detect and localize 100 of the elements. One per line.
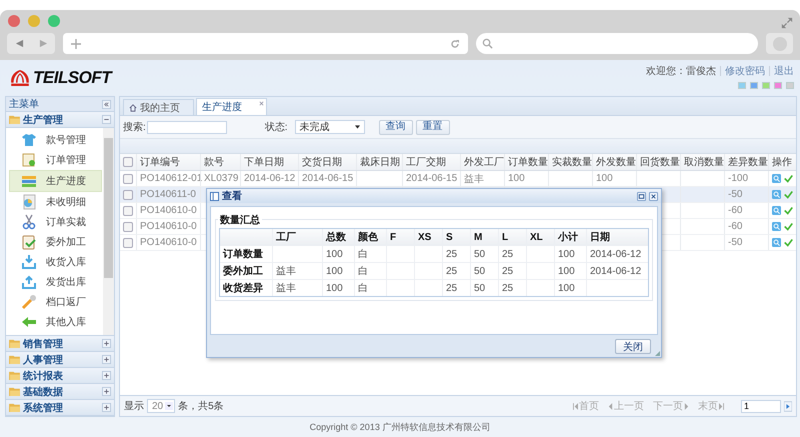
column-header[interactable]: 实裁数量 — [548, 154, 592, 170]
theme-swatch-icon[interactable] — [786, 82, 794, 88]
menu-item[interactable]: 委外加工 — [10, 232, 101, 252]
page-number-field[interactable]: 1 — [741, 400, 781, 412]
maximize-icon[interactable] — [637, 192, 646, 200]
menu-item[interactable]: 档口返厂 — [10, 292, 101, 312]
table-cell-text: 益丰 — [276, 264, 296, 278]
search-field[interactable] — [146, 120, 227, 134]
menu-item[interactable]: 收货入库 — [10, 252, 101, 272]
select-all-checkbox[interactable] — [123, 157, 133, 167]
column-header[interactable]: 外发工厂 — [460, 154, 504, 170]
welcome-text: 欢迎您：雷俊杰 — [646, 64, 716, 78]
record-count: 条，共5条 — [178, 400, 224, 413]
collapse-icon[interactable] — [102, 115, 111, 124]
column-header[interactable]: 订单数量 — [504, 154, 548, 170]
view-icon[interactable] — [772, 222, 781, 231]
column-header: 总数 — [322, 229, 354, 245]
accordion-header[interactable]: 系统管理 — [6, 400, 114, 416]
table-cell: 25 — [446, 266, 458, 276]
menu-item[interactable]: 未收明细 — [10, 192, 101, 212]
column-header[interactable]: 裁床日期 — [356, 154, 402, 170]
view-icon[interactable] — [772, 190, 781, 199]
column-header[interactable]: 交货日期 — [298, 154, 356, 170]
row-checkbox[interactable] — [123, 238, 133, 248]
close-window-icon[interactable] — [8, 15, 20, 27]
menu-item[interactable]: 发货出库 — [10, 272, 101, 292]
collapse-icon[interactable] — [102, 100, 111, 108]
previous-icon — [608, 402, 613, 410]
maximize-window-icon[interactable] — [48, 15, 60, 27]
table-cell: PO140610-0 — [140, 221, 197, 232]
go-icon[interactable] — [784, 400, 792, 412]
status-dropdown[interactable]: 未完成 — [294, 120, 365, 134]
column-header[interactable]: 款号 — [200, 154, 240, 170]
back-icon[interactable] — [14, 39, 24, 48]
row-checkbox[interactable] — [123, 190, 133, 200]
column-header[interactable]: 订单编号 — [136, 154, 200, 170]
column-header[interactable]: 差异数量 — [724, 154, 768, 170]
menu-item[interactable]: 其他入库 — [10, 312, 101, 332]
view-icon[interactable] — [772, 206, 781, 215]
wrench-icon — [21, 294, 37, 310]
column-header[interactable]: 下单日期 — [240, 154, 298, 170]
menu-item[interactable]: 款号管理 — [10, 130, 101, 150]
folder-icon — [9, 387, 20, 396]
plus-icon[interactable] — [71, 38, 81, 48]
column-header[interactable]: 外发数量 — [592, 154, 636, 170]
toolbar-button[interactable]: 重置 — [416, 120, 450, 134]
table-cell: 2014-06-12 — [244, 173, 296, 184]
table-cell: -50 — [728, 189, 742, 200]
expand-icon[interactable] — [102, 355, 111, 364]
scrollbar[interactable] — [103, 128, 114, 335]
bars-icon — [21, 173, 37, 189]
column-header[interactable]: 回货数量 — [636, 154, 680, 170]
sidebar-title: 主菜单 — [9, 98, 39, 111]
table-cell: 100 — [326, 248, 343, 260]
browser-search-field[interactable] — [476, 33, 758, 54]
theme-swatch-icon[interactable] — [738, 82, 746, 88]
close-icon[interactable] — [649, 192, 658, 200]
menu-item[interactable]: 订单实裁 — [10, 212, 101, 232]
folder-icon — [9, 371, 20, 380]
menu-item[interactable]: 生产进度 — [9, 170, 102, 192]
expand-icon[interactable] — [102, 387, 111, 396]
row-checkbox[interactable] — [123, 222, 133, 232]
logo-text: TEILSOFT — [33, 68, 112, 88]
folder-icon — [9, 339, 20, 348]
address-field[interactable] — [63, 33, 468, 54]
accordion-header[interactable]: 销售管理 — [6, 336, 114, 352]
accordion-header[interactable]: 生产管理 — [6, 112, 114, 128]
column-header[interactable]: 取消数量 — [680, 154, 724, 170]
navigation-buttons[interactable] — [7, 33, 55, 54]
table-cell: 100 — [326, 282, 343, 294]
copyright-text: Copyright © 2013 广州特软信息技术有限公司 — [310, 420, 490, 434]
tab[interactable]: 生产进度 — [196, 98, 267, 115]
view-icon[interactable] — [772, 238, 781, 247]
expand-icon[interactable] — [102, 371, 111, 380]
minimize-window-icon[interactable] — [28, 15, 40, 27]
theme-swatch-icon[interactable] — [750, 82, 758, 88]
column-header: 工厂 — [272, 229, 322, 245]
expand-icon[interactable] — [102, 339, 111, 348]
close-button[interactable]: 关闭 — [615, 338, 651, 354]
forward-icon[interactable] — [38, 39, 48, 48]
expand-icon[interactable] — [102, 403, 111, 412]
fullscreen-icon[interactable] — [781, 17, 793, 29]
table-cell: 25 — [446, 248, 458, 260]
row-checkbox[interactable] — [123, 174, 133, 184]
theme-swatch-icon[interactable] — [774, 82, 782, 88]
row-checkbox[interactable] — [123, 206, 133, 216]
theme-swatch-icon[interactable] — [762, 82, 770, 88]
accordion-header[interactable]: 人事管理 — [6, 352, 114, 368]
accordion-header[interactable]: 基础数据 — [6, 384, 114, 400]
page-size-dropdown[interactable]: 20 — [147, 399, 176, 413]
view-icon[interactable] — [772, 174, 781, 183]
reload-icon[interactable] — [450, 38, 460, 48]
column-header: S — [442, 229, 470, 245]
column-header[interactable]: 操作 — [768, 154, 796, 170]
menu-item[interactable]: 订单管理 — [10, 150, 101, 170]
accordion-header[interactable]: 统计报表 — [6, 368, 114, 384]
column-header[interactable]: 工厂交期 — [402, 154, 460, 170]
tab[interactable]: 我的主页 — [123, 99, 194, 115]
toolbar-button[interactable]: 查询 — [378, 120, 413, 134]
resize-grip-icon[interactable] — [655, 351, 660, 356]
